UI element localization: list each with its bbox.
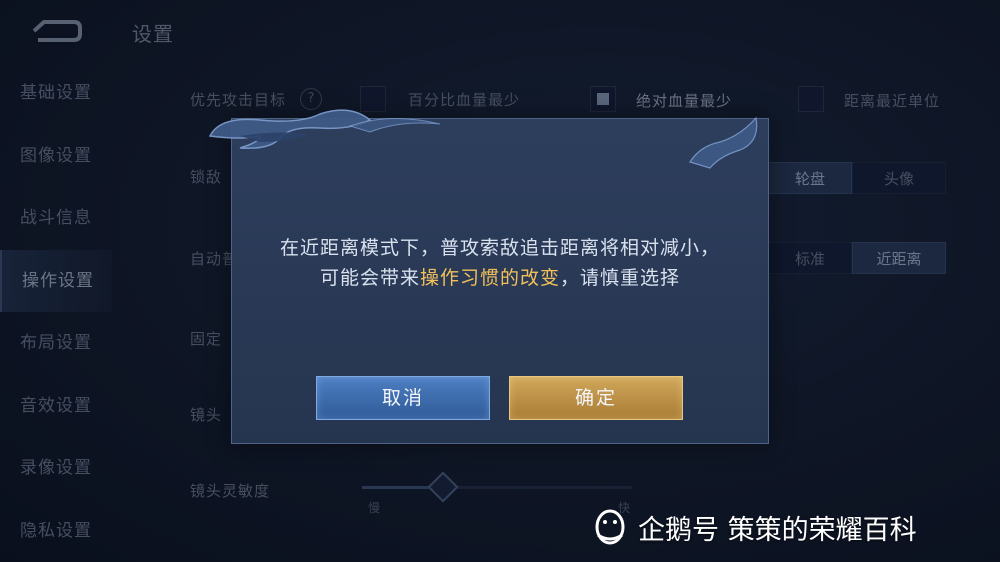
penguin-logo-icon [595,509,625,545]
message-prefix: 可能会带来 [319,267,420,289]
confirm-button[interactable]: 确定 [509,376,683,420]
message-suffix: ，请慎重选择 [560,267,681,289]
message-highlight: 操作习惯的改变 [419,267,560,289]
watermark-text: 企鹅号 策策的荣耀百科 [638,514,917,546]
cancel-button[interactable]: 取消 [316,376,490,420]
dialog-message-line1: 在近距离模式下，普攻索敌追击距离将相对减小， [279,237,720,259]
watermark: 企鹅号 策策的荣耀百科 [592,506,917,548]
dialog-message: 在近距离模式下，普攻索敌追击距离将相对减小， 可能会带来操作习惯的改变，请慎重选… [231,233,769,293]
dialog-message-line2: 可能会带来操作习惯的改变，请慎重选择 [231,263,769,293]
